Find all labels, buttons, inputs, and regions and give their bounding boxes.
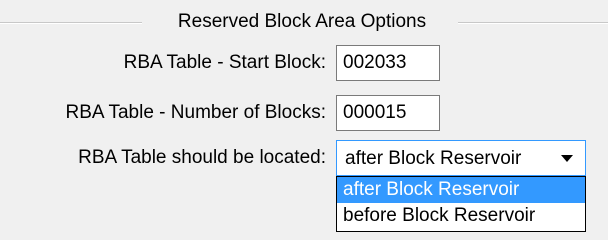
dropdown-option-after-block-reservoir[interactable]: after Block Reservoir bbox=[337, 177, 585, 203]
start-block-input[interactable] bbox=[336, 45, 440, 81]
dropdown-option-before-block-reservoir[interactable]: before Block Reservoir bbox=[337, 203, 585, 229]
location-label: RBA Table should be located: bbox=[78, 147, 326, 168]
location-select-value: after Block Reservoir bbox=[345, 148, 522, 169]
group-divider-left bbox=[0, 22, 142, 24]
group-divider-right bbox=[458, 22, 608, 24]
chevron-down-icon[interactable] bbox=[561, 155, 573, 162]
location-dropdown-list: after Block Reservoir before Block Reser… bbox=[336, 176, 586, 232]
location-select[interactable]: after Block Reservoir bbox=[336, 140, 586, 176]
number-of-blocks-label: RBA Table - Number of Blocks: bbox=[65, 102, 326, 123]
start-block-label: RBA Table - Start Block: bbox=[123, 52, 326, 73]
number-of-blocks-input[interactable] bbox=[336, 95, 440, 131]
group-title: Reserved Block Area Options bbox=[177, 11, 427, 32]
